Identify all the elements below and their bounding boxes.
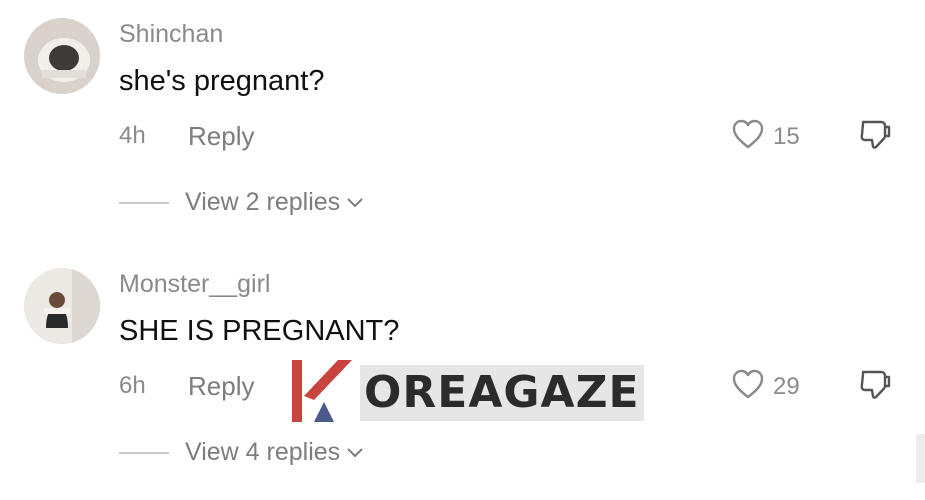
scroll-edge xyxy=(916,434,925,483)
dislike-button[interactable] xyxy=(858,118,892,159)
heart-icon xyxy=(731,118,765,155)
view-replies-button[interactable]: View 2 replies xyxy=(119,188,364,217)
timestamp: 4h xyxy=(119,122,146,149)
avatar[interactable] xyxy=(24,18,100,94)
like-button[interactable]: 29 xyxy=(731,368,800,405)
like-count: 15 xyxy=(773,122,800,150)
heart-icon xyxy=(731,368,765,405)
watermark: OREAGAZE xyxy=(290,356,644,431)
chevron-down-icon xyxy=(346,196,364,214)
watermark-logo-icon xyxy=(290,356,354,431)
reply-button[interactable]: Reply xyxy=(188,121,254,152)
username[interactable]: Monster__girl xyxy=(119,270,270,299)
divider xyxy=(119,451,169,454)
username[interactable]: Shinchan xyxy=(119,20,223,49)
comment-item: Shinchan she's pregnant? 4h Reply 15 Vie… xyxy=(0,0,925,250)
avatar[interactable] xyxy=(24,268,100,344)
watermark-text: OREAGAZE xyxy=(360,365,644,421)
thumbs-down-icon xyxy=(858,370,892,408)
thumbs-down-icon xyxy=(858,120,892,158)
comment-text: SHE IS PREGNANT? xyxy=(119,315,400,347)
timestamp: 6h xyxy=(119,372,146,399)
dislike-button[interactable] xyxy=(858,368,892,409)
like-count: 29 xyxy=(773,372,800,400)
divider xyxy=(119,201,169,204)
chevron-down-icon xyxy=(346,446,364,464)
reply-button[interactable]: Reply xyxy=(188,371,254,402)
like-button[interactable]: 15 xyxy=(731,118,800,155)
view-replies-label: View 4 replies xyxy=(185,438,341,466)
view-replies-label: View 2 replies xyxy=(185,188,341,216)
comment-text: she's pregnant? xyxy=(119,65,325,97)
view-replies-button[interactable]: View 4 replies xyxy=(119,438,364,467)
